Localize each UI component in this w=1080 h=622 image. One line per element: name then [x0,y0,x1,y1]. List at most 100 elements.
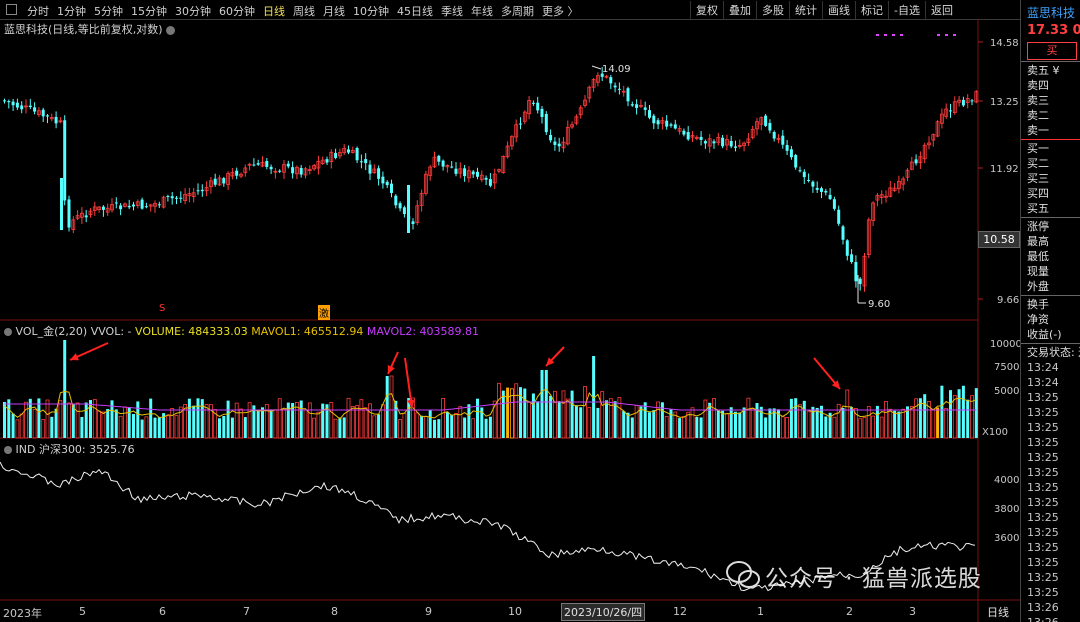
price-axis-label: 11.92 [990,164,1019,175]
volume-bar [350,406,355,439]
volume-bar [893,410,897,438]
low-price-label: 9.60 [868,299,891,310]
volume-bar [218,418,221,438]
volume-bar [850,407,854,438]
volume-bar [652,410,656,438]
volume-bar [54,408,58,438]
volume-bar [239,408,243,439]
volume-bar [540,370,544,438]
volume-bar [514,383,519,439]
volume-bar [316,411,321,439]
volume-settings-icon[interactable] [4,328,12,336]
volume-bar [333,418,338,439]
volume-bar [136,401,140,438]
kline-chart[interactable] [0,0,1020,622]
volume-bar [437,419,441,438]
volume-bar [897,411,901,438]
candle-body [144,206,148,208]
high-arrow [591,65,602,70]
date-label: 2 [846,605,853,618]
quote-stat: 收益(-) [1027,328,1062,341]
volume-bar [200,399,204,438]
sell-level: 卖二 [1027,109,1049,122]
candle-body [127,205,131,208]
candle-body [463,168,467,177]
volume-bar [806,411,811,439]
volume-bar [570,390,574,438]
volume-bar [243,417,247,438]
volume-bar [488,416,492,438]
volume-bar [226,400,230,438]
volume-bar [286,402,290,438]
candle-body [347,149,350,153]
volume-bar [738,412,742,438]
high-price-label: 14.09 [602,64,631,75]
volume-bar [669,409,673,438]
volume-bar [901,408,906,439]
candle-body [807,179,811,181]
indicator-dot [892,34,895,36]
volume-bar [879,416,884,439]
buy-level: 买二 [1027,157,1049,170]
index-axis-label: 4000 [994,475,1020,486]
divider [1021,295,1080,296]
tick-time: 13:25 [1027,436,1059,449]
candle-body [665,120,669,127]
candle-body [488,179,492,186]
indicator-dot [945,34,948,36]
candle-body [407,185,410,233]
volume-bar [789,398,793,438]
candle-body [213,178,217,185]
volume-bar [264,403,269,439]
volume-bar [389,375,394,439]
sell-level: 卖四 [1027,79,1049,92]
volume-axis-label: 10000 [990,339,1022,350]
volume-bar [557,401,561,438]
volume-bar [768,408,772,438]
volume-bar [458,406,463,439]
divider [1021,139,1080,140]
volume-bar [866,406,871,439]
volume-bar [7,399,11,438]
volume-bar [32,408,37,439]
tick-time: 13:25 [1027,586,1059,599]
candle-body [20,105,24,110]
candle-body [682,130,686,135]
volume-bar [952,395,957,439]
date-label: 6 [159,605,166,618]
volume-bar [750,408,755,439]
tick-time: 13:25 [1027,496,1059,509]
volume-bar [132,414,135,438]
volume-bar [686,411,691,439]
candle-body [837,209,841,224]
volume-bar [523,388,527,438]
index-settings-icon[interactable] [4,446,12,454]
candle-body [553,141,557,145]
tick-time: 13:25 [1027,406,1059,419]
volume-bar [428,410,432,438]
volume-bar [820,405,823,438]
candle-body [33,107,37,112]
indicator-dot [900,34,903,36]
candle-body [114,202,118,204]
volume-header: VOL_金(2,20) VVOL: - VOLUME: 484333.03 MA… [4,323,479,339]
candle-body [41,109,45,117]
tick-time: 13:25 [1027,481,1059,494]
candle-body [291,167,295,174]
volume-bar [368,403,372,439]
candle-body [7,101,11,103]
quote-title[interactable]: 蓝思科技 [1021,0,1080,21]
tick-time: 13:25 [1027,571,1059,584]
buy-button[interactable]: 买 [1027,42,1077,60]
quote-stat: 现量 [1027,265,1049,278]
volume-bar [836,403,841,439]
candle-body [119,205,123,210]
volume-bar [794,398,798,438]
candle-body [46,115,49,117]
wechat-logo-icon [726,561,760,588]
candle-body [734,146,737,148]
price-axis-label: 14.58 [990,38,1019,49]
tick-time: 13:25 [1027,541,1059,554]
volume-value: VOLUME: 484333.03 [135,325,248,338]
candle-body [648,110,651,118]
